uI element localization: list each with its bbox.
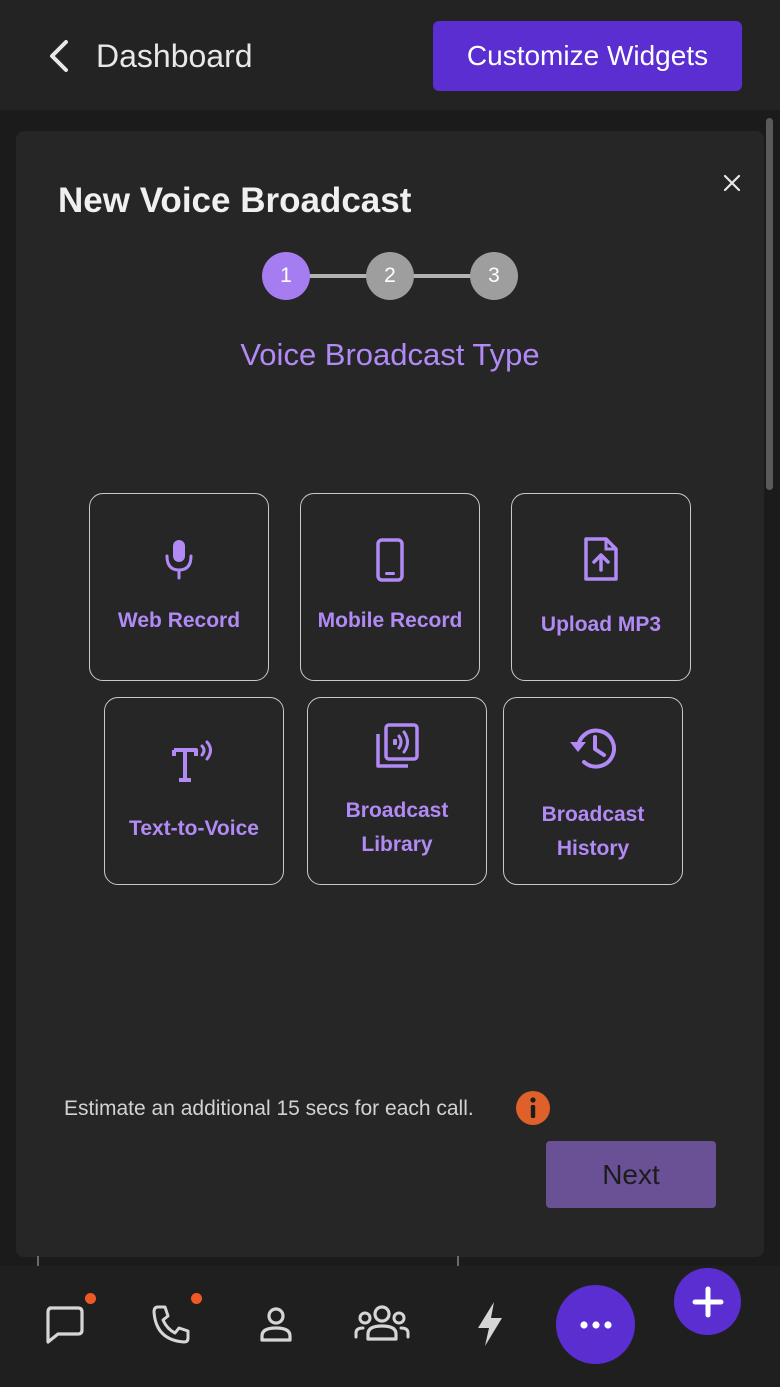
new-voice-broadcast-modal: New Voice Broadcast 1 2 3 Voice Broadcas…	[16, 131, 764, 1257]
chat-bubble-icon	[46, 1306, 84, 1344]
section-title: Voice Broadcast Type	[240, 337, 540, 372]
option-text-to-voice[interactable]: Text-to-Voice	[104, 697, 284, 885]
option-label: Mobile Record	[317, 609, 463, 632]
option-label: Upload MP3	[540, 613, 662, 636]
divider-tick	[457, 1256, 459, 1266]
more-button[interactable]	[556, 1285, 635, 1364]
mobile-phone-icon	[376, 538, 404, 582]
more-dots-icon	[579, 1320, 612, 1329]
phone-icon	[152, 1305, 190, 1344]
option-label-line2: Library	[361, 833, 433, 856]
nav-messages[interactable]	[40, 1300, 88, 1348]
nav-contacts[interactable]	[252, 1300, 300, 1348]
option-label: Text-to-Voice	[129, 817, 259, 840]
close-icon	[723, 174, 741, 192]
back-button[interactable]	[36, 30, 84, 82]
option-broadcast-history[interactable]: Broadcast History	[503, 697, 683, 885]
next-button[interactable]: Next	[546, 1141, 716, 1208]
option-label-line2: History	[556, 837, 630, 860]
info-icon[interactable]	[516, 1091, 550, 1125]
page-title: Dashboard	[96, 38, 253, 74]
history-icon	[570, 728, 616, 769]
customize-widgets-button[interactable]: Customize Widgets	[433, 21, 742, 91]
option-label-line1: Broadcast	[345, 799, 449, 822]
person-icon	[260, 1307, 292, 1342]
top-bar: Dashboard Customize Widgets	[0, 0, 780, 110]
nav-groups[interactable]	[352, 1298, 412, 1348]
step-connector	[306, 274, 370, 278]
divider-tick	[37, 1256, 39, 1266]
step-3[interactable]: 3	[470, 252, 518, 300]
close-button[interactable]	[718, 169, 746, 197]
lightning-bolt-icon	[478, 1302, 502, 1346]
nav-automations[interactable]	[468, 1300, 512, 1348]
step-2[interactable]: 2	[366, 252, 414, 300]
option-label: Web Record	[117, 609, 241, 632]
add-button[interactable]	[674, 1268, 741, 1335]
microphone-icon	[165, 540, 193, 580]
option-mobile-record[interactable]: Mobile Record	[300, 493, 480, 681]
group-icon	[354, 1305, 410, 1341]
estimate-note: Estimate an additional 15 secs for each …	[64, 1097, 474, 1120]
stepper: 1 2 3	[262, 251, 518, 301]
modal-title: New Voice Broadcast	[58, 181, 412, 220]
option-broadcast-library[interactable]: Broadcast Library	[307, 697, 487, 885]
messages-badge	[85, 1293, 96, 1304]
plus-icon	[692, 1286, 723, 1317]
calls-badge	[191, 1293, 202, 1304]
scrollbar[interactable]	[766, 118, 773, 490]
step-connector	[410, 274, 474, 278]
chevron-left-icon	[50, 40, 68, 72]
nav-calls[interactable]	[146, 1300, 194, 1348]
audio-library-icon	[376, 723, 419, 768]
option-label-line1: Broadcast	[541, 803, 645, 826]
file-upload-icon	[584, 537, 618, 581]
text-to-speech-icon	[172, 740, 212, 782]
option-web-record[interactable]: Web Record	[89, 493, 269, 681]
step-1[interactable]: 1	[262, 252, 310, 300]
info-glyph	[530, 1097, 536, 1118]
option-upload-mp3[interactable]: Upload MP3	[511, 493, 691, 681]
